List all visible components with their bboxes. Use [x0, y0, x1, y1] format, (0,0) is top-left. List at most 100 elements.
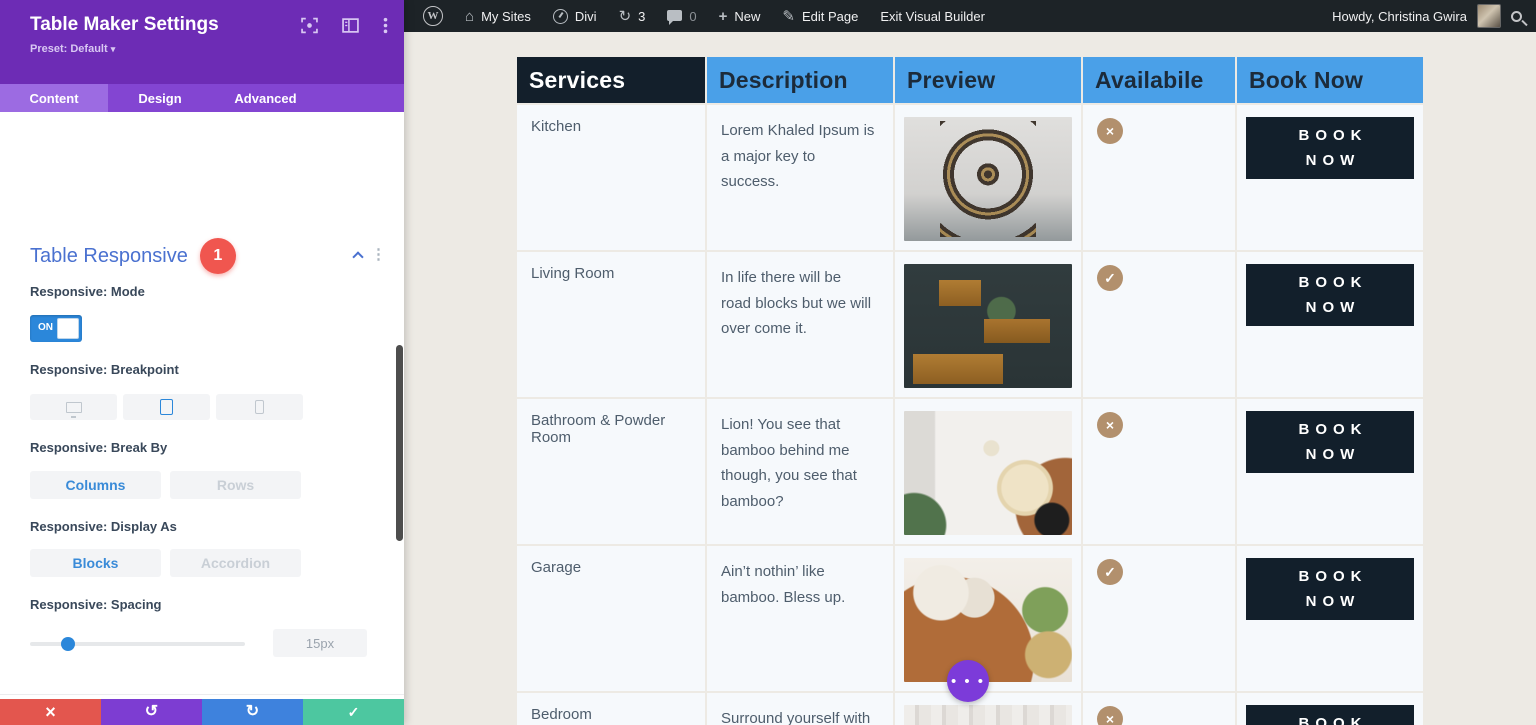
spacing-value-input[interactable]: 15px — [273, 629, 367, 657]
caret-down-icon: ▾ — [110, 44, 116, 54]
description-cell: Lorem Khaled Ipsum is a major key to suc… — [707, 105, 893, 250]
spacing-label: Responsive: Spacing — [30, 597, 162, 612]
book-now-button[interactable]: BOOK NOW — [1246, 117, 1414, 179]
updates-menu[interactable]: ↻ 3 — [608, 0, 657, 32]
phone-icon — [255, 400, 264, 414]
display-as-buttons: Blocks Accordion — [30, 549, 301, 577]
divi-label: Divi — [574, 8, 597, 24]
search-icon[interactable] — [1511, 10, 1522, 22]
table-header-services: Services — [517, 57, 705, 103]
panel-body: Table Responsive 1 ⋮ Responsive: Mode ON… — [0, 112, 404, 699]
available-cell: ✓ — [1083, 546, 1235, 691]
account-menu[interactable]: Howdy, Christina Gwira — [1332, 0, 1467, 32]
table-header-book-now: Book Now — [1237, 57, 1423, 103]
book-now-button[interactable]: BOOK NOW — [1246, 558, 1414, 620]
book-now-button[interactable]: BOOK NOW — [1246, 411, 1414, 473]
available-icon: ✓ — [1097, 559, 1123, 585]
howdy-label: Howdy, Christina Gwira — [1332, 8, 1467, 24]
plus-icon: + — [718, 7, 728, 25]
available-cell: ✓ — [1083, 252, 1235, 397]
responsive-mode-toggle[interactable]: ON — [30, 315, 82, 342]
description-cell: Surround yourself with — [707, 693, 893, 725]
check-icon: ✓ — [347, 704, 360, 720]
exit-visual-builder-button[interactable]: Exit Visual Builder — [869, 0, 996, 32]
panel-position-icon[interactable] — [342, 17, 359, 34]
kitchen-photo — [904, 117, 1072, 241]
table-header-description: Description — [707, 57, 893, 103]
discard-button[interactable]: × — [0, 699, 101, 725]
tab-design[interactable]: Design — [108, 84, 212, 112]
save-button[interactable]: ✓ — [303, 699, 404, 725]
spacing-slider-knob[interactable] — [61, 637, 75, 651]
preview-cell — [895, 693, 1081, 725]
admin-bar-right: Howdy, Christina Gwira — [1332, 0, 1536, 32]
wordpress-logo-icon: W — [423, 6, 443, 26]
module-options-button[interactable]: • • • — [947, 660, 989, 702]
preset-selector[interactable]: Preset: Default ▾ — [30, 43, 386, 55]
table-responsive-title: Table Responsive — [30, 244, 188, 267]
unavailable-icon: × — [1097, 706, 1123, 725]
breakpoint-phone-button[interactable] — [216, 394, 303, 420]
book-cell: BOOK NOW — [1237, 546, 1423, 691]
description-cell: In life there will be road blocks but we… — [707, 252, 893, 397]
available-icon: ✓ — [1097, 265, 1123, 291]
book-cell: BOOK NOW — [1237, 399, 1423, 544]
responsive-mode-label: Responsive: Mode — [30, 284, 145, 299]
edit-page-menu[interactable]: ✎ Edit Page — [771, 0, 869, 32]
divi-menu[interactable]: Divi — [542, 0, 608, 32]
tab-advanced[interactable]: Advanced — [212, 84, 319, 112]
book-cell: BOOK NOW — [1237, 105, 1423, 250]
comments-menu[interactable]: 0 — [656, 0, 707, 32]
panel-scrollbar[interactable] — [396, 345, 403, 541]
unavailable-icon: × — [1097, 118, 1123, 144]
breakpoint-desktop-button[interactable] — [30, 394, 117, 420]
description-cell: Ain’t nothin’ like bamboo. Bless up. — [707, 546, 893, 691]
breakpoint-buttons — [30, 394, 303, 420]
divi-gauge-icon — [552, 8, 568, 24]
comments-icon — [667, 9, 683, 25]
my-sites-label: My Sites — [481, 8, 531, 24]
my-sites-menu[interactable]: ⌂ My Sites — [454, 0, 542, 32]
available-cell: × — [1083, 105, 1235, 250]
available-cell: × — [1083, 693, 1235, 725]
wp-logo-menu[interactable]: W — [412, 0, 454, 32]
service-cell: Bedroom — [517, 693, 705, 725]
panel-tabs: Content Design Advanced — [0, 84, 404, 112]
undo-button[interactable]: ↺ — [101, 699, 202, 725]
new-content-menu[interactable]: + New — [708, 0, 772, 32]
table-responsive-section-header[interactable]: Table Responsive 1 — [30, 238, 236, 274]
avatar[interactable] — [1477, 4, 1501, 28]
display-as-label: Responsive: Display As — [30, 519, 177, 534]
living-room-photo — [904, 264, 1072, 388]
break-by-rows-button[interactable]: Rows — [170, 471, 301, 499]
table-header-preview: Preview — [895, 57, 1081, 103]
panel-menu-icon[interactable] — [383, 17, 388, 34]
section-divider — [0, 694, 404, 695]
notification-badge: 1 — [199, 238, 236, 274]
redo-icon: ↻ — [245, 703, 260, 720]
section-menu-icon[interactable]: ⋮ — [371, 245, 386, 263]
tab-content[interactable]: Content — [0, 84, 108, 112]
book-cell: BOOK NOW — [1237, 252, 1423, 397]
redo-button[interactable]: ↻ — [202, 699, 303, 725]
book-now-button[interactable]: BOOK NOW — [1246, 705, 1414, 725]
display-as-accordion-button[interactable]: Accordion — [170, 549, 301, 577]
break-by-columns-button[interactable]: Columns — [30, 471, 161, 499]
undo-icon: ↺ — [144, 703, 159, 720]
panel-header: Table Maker Settings Preset: Default ▾ — [0, 0, 404, 84]
bathroom-photo — [904, 411, 1072, 535]
display-as-blocks-button[interactable]: Blocks — [30, 549, 161, 577]
collapse-section-icon[interactable] — [352, 251, 364, 263]
book-cell: BOOK NOW — [1237, 693, 1423, 725]
responsive-breakpoint-label: Responsive: Breakpoint — [30, 362, 179, 377]
unavailable-icon: × — [1097, 412, 1123, 438]
breakpoint-tablet-button[interactable] — [123, 394, 210, 420]
services-table: Services Description Preview Availabile … — [517, 57, 1423, 725]
tablet-icon — [160, 399, 173, 415]
spacing-slider[interactable] — [30, 637, 245, 651]
break-by-buttons: Columns Rows — [30, 471, 301, 499]
service-cell: Kitchen — [517, 105, 705, 250]
focus-mode-icon[interactable] — [301, 17, 318, 34]
my-sites-icon: ⌂ — [465, 7, 475, 25]
book-now-button[interactable]: BOOK NOW — [1246, 264, 1414, 326]
